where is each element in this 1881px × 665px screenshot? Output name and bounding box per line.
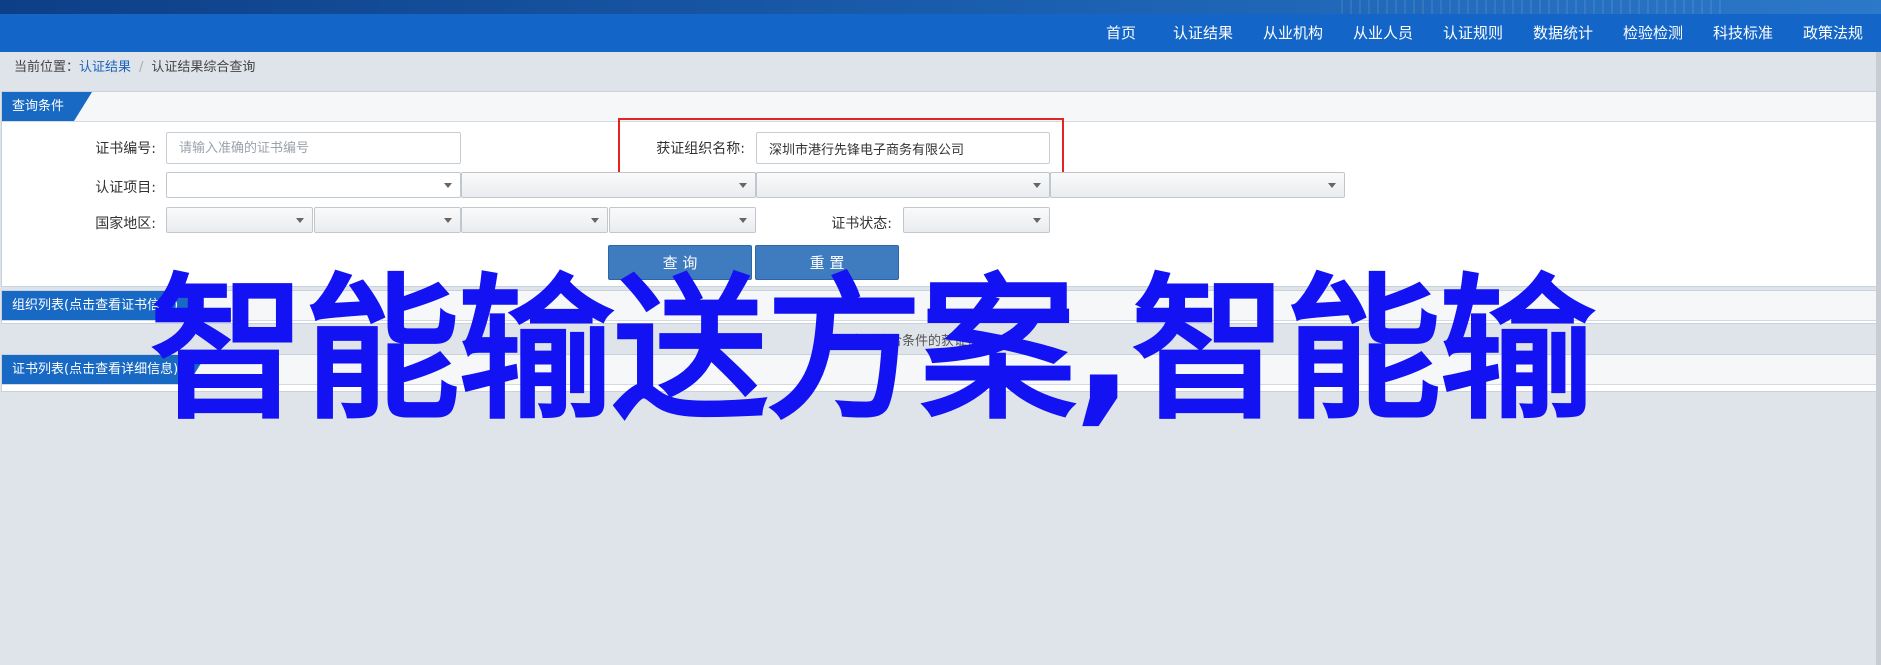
query-panel-title: 查询条件 [2,92,92,121]
cert-status-label: 证书状态: [831,216,892,232]
nav-item-standards[interactable]: 科技标准 [1708,14,1778,52]
chevron-down-icon [739,218,747,223]
highlight-box [618,118,1064,175]
chevron-down-icon [444,218,452,223]
nav-item-institutions[interactable]: 从业机构 [1258,14,1328,52]
nav-item-home[interactable]: 首页 [1095,14,1147,52]
region-select-2[interactable] [314,207,461,233]
project-select-3[interactable] [756,172,1050,198]
project-select-1[interactable] [166,172,461,198]
breadcrumb-current: 认证结果综合查询 [151,60,256,75]
page-scrollbar[interactable] [1876,52,1881,665]
breadcrumb-prefix: 当前位置： [14,60,80,75]
region-label: 国家地区: [95,216,156,232]
chevron-down-icon [1033,183,1041,188]
cert-status-select[interactable] [903,207,1050,233]
nav-item-cert-results[interactable]: 认证结果 [1168,14,1238,52]
chevron-down-icon [591,218,599,223]
breadcrumb-link-cert-results[interactable]: 认证结果 [79,60,131,75]
nav-item-policy[interactable]: 政策法规 [1798,14,1868,52]
chevron-down-icon [296,218,304,223]
watermark-overlay: 智能输送方案,智能输 [150,259,1595,441]
top-banner [0,0,1881,14]
cert-no-input[interactable] [166,132,461,164]
cert-no-label: 证书编号: [95,141,156,157]
chevron-down-icon [739,183,747,188]
region-select-4[interactable] [609,207,756,233]
project-label: 认证项目: [95,180,156,196]
project-select-2[interactable] [461,172,756,198]
region-select-1[interactable] [166,207,313,233]
nav-item-statistics[interactable]: 数据统计 [1528,14,1598,52]
nav-item-inspection[interactable]: 检验检测 [1618,14,1688,52]
main-nav: 首页 认证结果 从业机构 从业人员 认证规则 数据统计 检验检测 科技标准 政策… [0,14,1881,52]
nav-item-cert-rules[interactable]: 认证规则 [1438,14,1508,52]
chevron-down-icon [1033,218,1041,223]
chevron-down-icon [1328,183,1336,188]
chevron-down-icon [444,183,452,188]
nav-item-personnel[interactable]: 从业人员 [1348,14,1418,52]
region-select-3[interactable] [461,207,608,233]
breadcrumb-separator: / [139,60,144,75]
project-select-4[interactable] [1050,172,1345,198]
breadcrumb: 当前位置：认证结果 / 认证结果综合查询 [14,58,255,78]
